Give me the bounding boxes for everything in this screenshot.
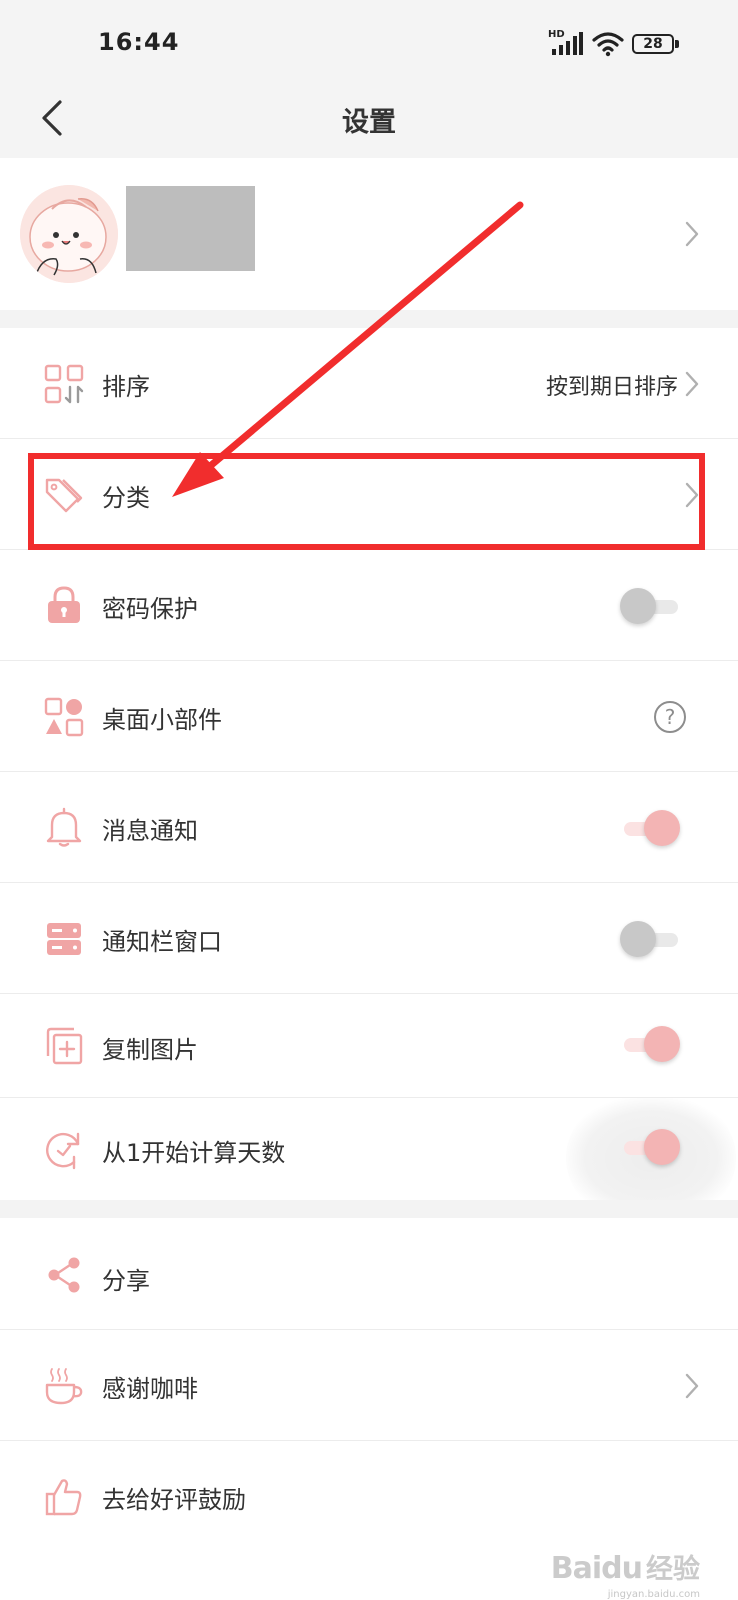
chevron-right-icon <box>685 1373 699 1399</box>
widget-label: 桌面小部件 <box>102 706 222 734</box>
count-from-one-label: 从1开始计算天数 <box>102 1139 286 1167</box>
status-time: 16:44 <box>98 28 180 56</box>
notify-toggle[interactable] <box>620 808 682 848</box>
battery-level: 28 <box>643 36 663 52</box>
bell-icon <box>46 807 82 847</box>
watermark: Baidu 经验 <box>551 1547 700 1586</box>
sort-label: 排序 <box>102 373 150 401</box>
copy-icon <box>46 1027 83 1065</box>
sort-icon <box>44 364 84 404</box>
copy-image-label: 复制图片 <box>102 1036 198 1064</box>
signal-icon: HD <box>548 29 584 57</box>
notify-label: 消息通知 <box>102 817 198 845</box>
count-from-one-toggle[interactable] <box>620 1127 682 1167</box>
password-toggle[interactable] <box>620 586 682 626</box>
battery-icon: 28 <box>632 32 680 56</box>
nav-bar: 设置 <box>0 88 738 158</box>
section-divider <box>0 1200 738 1218</box>
settings-item-share[interactable]: 分享 <box>0 1218 738 1330</box>
settings-item-widget[interactable]: 桌面小部件 ? <box>0 661 738 772</box>
settings-item-password[interactable]: 密码保护 <box>0 550 738 661</box>
settings-item-copy-image[interactable]: 复制图片 <box>0 994 738 1098</box>
settings-item-notify-bar[interactable]: 通知栏窗口 <box>0 883 738 994</box>
watermark-url: jingyan.baidu.com <box>607 1589 700 1600</box>
sort-value: 按到期日排序 <box>545 375 678 400</box>
page-title: 设置 <box>342 107 396 138</box>
widget-icon <box>44 697 84 737</box>
settings-item-count-from-one[interactable]: 从1开始计算天数 <box>0 1098 738 1218</box>
coffee-icon <box>45 1368 83 1405</box>
tag-icon <box>45 478 83 513</box>
share-icon <box>48 1257 80 1293</box>
username-placeholder <box>126 186 255 271</box>
chevron-right-icon <box>685 482 699 508</box>
settings-item-notify[interactable]: 消息通知 <box>0 772 738 883</box>
thumbs-up-icon <box>45 1479 82 1516</box>
section-divider <box>0 310 738 328</box>
profile-row[interactable] <box>0 158 738 310</box>
category-label: 分类 <box>102 484 150 512</box>
lock-icon <box>48 586 80 623</box>
wifi-icon <box>592 31 624 57</box>
notify-bar-label: 通知栏窗口 <box>102 928 222 956</box>
coffee-label: 感谢咖啡 <box>102 1375 198 1403</box>
settings-item-category[interactable]: 分类 <box>0 439 738 550</box>
watermark-logo: Baidu <box>550 1551 643 1586</box>
settings-item-rate[interactable]: 去给好评鼓励 <box>0 1441 738 1552</box>
notify-bar-toggle[interactable] <box>620 919 682 959</box>
status-bar: 16:44 HD 28 <box>0 0 738 88</box>
chevron-right-icon <box>685 371 699 397</box>
clock-refresh-icon <box>46 1132 80 1170</box>
share-label: 分享 <box>102 1267 150 1295</box>
notification-bar-icon <box>47 923 81 955</box>
settings-item-coffee[interactable]: 感谢咖啡 <box>0 1330 738 1441</box>
help-icon[interactable]: ? <box>654 701 686 733</box>
password-label: 密码保护 <box>102 595 198 623</box>
settings-item-sort[interactable]: 排序 按到期日排序 <box>0 328 738 439</box>
watermark-text: 经验 <box>646 1554 700 1585</box>
chevron-right-icon <box>685 221 699 247</box>
rate-label: 去给好评鼓励 <box>102 1486 246 1514</box>
status-icons: HD 28 <box>548 29 680 58</box>
avatar[interactable] <box>20 185 118 283</box>
copy-image-toggle[interactable] <box>620 1024 682 1064</box>
